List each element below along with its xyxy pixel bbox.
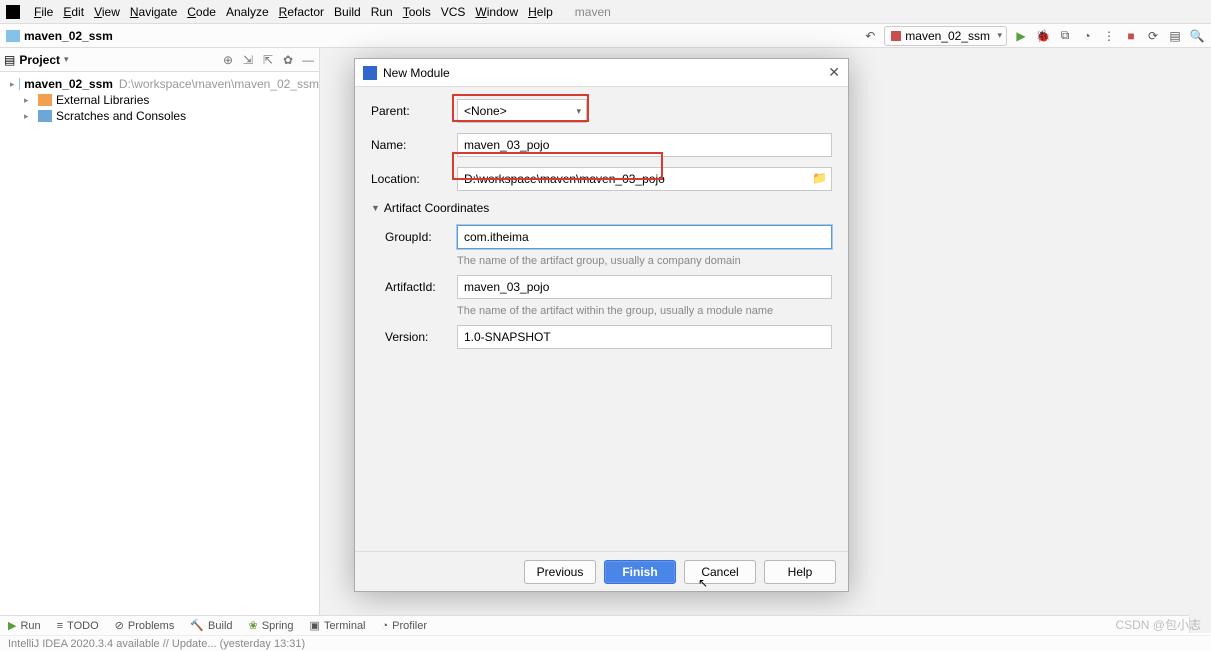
version-field[interactable] — [457, 325, 832, 349]
debug-icon[interactable]: 🐞 — [1035, 28, 1051, 44]
artifactid-field[interactable] — [457, 275, 832, 299]
module-folder-icon — [6, 30, 20, 42]
artifact-coords-section[interactable]: ▼Artifact Coordinates — [371, 201, 832, 215]
name-field[interactable] — [457, 133, 832, 157]
menu-code[interactable]: Code — [187, 5, 216, 19]
tree-scratches-label: Scratches and Consoles — [56, 109, 186, 123]
close-icon[interactable]: ✕ — [828, 64, 840, 81]
coverage-icon[interactable]: ⧉ — [1057, 28, 1073, 44]
bottom-profiler-tab[interactable]: ◔Profiler — [382, 620, 428, 632]
label-artifactid: ArtifactId: — [385, 280, 457, 294]
menu-project-hint: maven — [575, 5, 611, 19]
tree-module-name: maven_02_ssm — [24, 77, 113, 91]
bottom-terminal-tab[interactable]: ▣Terminal — [310, 619, 366, 632]
back-arrow-icon[interactable]: ↶ — [862, 28, 878, 44]
menu-analyze[interactable]: Analyze — [226, 5, 269, 19]
bottom-tool-bar: ▶Run ≡TODO ⊘Problems 🔨Build ❀Spring ▣Ter… — [0, 615, 1189, 635]
project-pane-title[interactable]: Project — [19, 53, 60, 67]
status-bar: IntelliJ IDEA 2020.3.4 available // Upda… — [0, 635, 1211, 651]
menu-navigate[interactable]: Navigate — [130, 5, 177, 19]
menu-view[interactable]: View — [94, 5, 120, 19]
select-opened-file-icon[interactable]: ⊕ — [221, 53, 235, 67]
settings-gear-icon[interactable]: ✿ — [281, 53, 295, 67]
dialog-icon — [363, 66, 377, 80]
stop-icon[interactable]: ■ — [1123, 28, 1139, 44]
menu-refactor[interactable]: Refactor — [279, 5, 324, 19]
tree-external-libs[interactable]: ▸ External Libraries — [0, 92, 319, 108]
groupid-field[interactable] — [457, 225, 832, 249]
watermark: CSDN @包小志 — [1115, 616, 1201, 633]
run-config-name: maven_02_ssm — [905, 29, 990, 43]
breadcrumb-root[interactable]: maven_02_ssm — [24, 29, 113, 43]
bottom-run-tab[interactable]: ▶Run — [8, 619, 41, 632]
nav-bar: maven_02_ssm ↶ maven_02_ssm ▶ 🐞 ⧉ ◔ ⋮ ■ … — [0, 24, 1211, 48]
project-icon: ▤ — [4, 53, 15, 67]
expand-all-icon[interactable]: ⇲ — [241, 53, 255, 67]
label-location: Location: — [371, 172, 457, 186]
search-everywhere-icon[interactable]: 🔍 — [1189, 28, 1205, 44]
attach-icon[interactable]: ⋮ — [1101, 28, 1117, 44]
menu-tools[interactable]: Tools — [403, 5, 431, 19]
module-folder-icon — [19, 78, 21, 90]
bottom-build-tab[interactable]: 🔨Build — [190, 619, 232, 632]
parent-combo[interactable]: <None> — [457, 99, 587, 123]
tree-external-libs-label: External Libraries — [56, 93, 149, 107]
label-name: Name: — [371, 138, 457, 152]
parent-value: <None> — [464, 104, 507, 118]
scratches-icon — [38, 110, 52, 122]
bottom-spring-tab[interactable]: ❀Spring — [249, 619, 294, 632]
dialog-title: New Module — [383, 66, 450, 80]
status-text: IntelliJ IDEA 2020.3.4 available // Upda… — [8, 638, 305, 650]
cancel-button[interactable]: Cancel — [684, 560, 756, 584]
label-parent: Parent: — [371, 104, 457, 118]
library-icon — [38, 94, 52, 106]
menu-bar: FFileile Edit View Navigate Code Analyze… — [0, 0, 1211, 24]
bottom-todo-tab[interactable]: ≡TODO — [57, 620, 99, 632]
menu-vcs[interactable]: VCS — [441, 5, 466, 19]
menu-run[interactable]: Run — [371, 5, 393, 19]
vcs-update-icon[interactable]: ⟳ — [1145, 28, 1161, 44]
tree-scratches[interactable]: ▸ Scratches and Consoles — [0, 108, 319, 124]
new-module-dialog: New Module ✕ Parent: <None> Name: Locati… — [354, 58, 849, 592]
artifactid-hint: The name of the artifact within the grou… — [457, 305, 832, 317]
collapse-all-icon[interactable]: ⇱ — [261, 53, 275, 67]
tree-module-row[interactable]: ▸ maven_02_ssm D:\workspace\maven\maven_… — [0, 76, 319, 92]
artifact-coords-label: Artifact Coordinates — [384, 201, 489, 215]
menu-window[interactable]: Window — [475, 5, 518, 19]
profile-icon[interactable]: ◔ — [1079, 28, 1095, 44]
finish-button[interactable]: Finish — [604, 560, 676, 584]
label-groupid: GroupId: — [385, 230, 457, 244]
help-button[interactable]: Help — [764, 560, 836, 584]
run-config-selector[interactable]: maven_02_ssm — [884, 26, 1007, 46]
groupid-hint: The name of the artifact group, usually … — [457, 255, 832, 267]
menu-edit[interactable]: Edit — [63, 5, 84, 19]
menu-help[interactable]: Help — [528, 5, 553, 19]
run-icon[interactable]: ▶ — [1013, 28, 1029, 44]
browse-folder-icon[interactable]: 📁 — [812, 171, 828, 187]
tree-module-path: D:\workspace\maven\maven_02_ssm — [119, 77, 319, 91]
menu-file[interactable]: FFileile — [34, 5, 53, 19]
hide-icon[interactable]: — — [301, 53, 315, 67]
label-version: Version: — [385, 330, 457, 344]
bottom-problems-tab[interactable]: ⊘Problems — [115, 619, 175, 632]
project-structure-icon[interactable]: ▤ — [1167, 28, 1183, 44]
project-tool-window: ▤ Project ▾ ⊕ ⇲ ⇱ ✿ — ▸ maven_02_ssm D:\… — [0, 48, 320, 617]
menu-build[interactable]: Build — [334, 5, 361, 19]
app-logo-icon — [6, 5, 20, 19]
previous-button[interactable]: PPreviousrevious — [524, 560, 596, 584]
maven-run-icon — [891, 31, 901, 41]
location-field[interactable] — [457, 167, 832, 191]
